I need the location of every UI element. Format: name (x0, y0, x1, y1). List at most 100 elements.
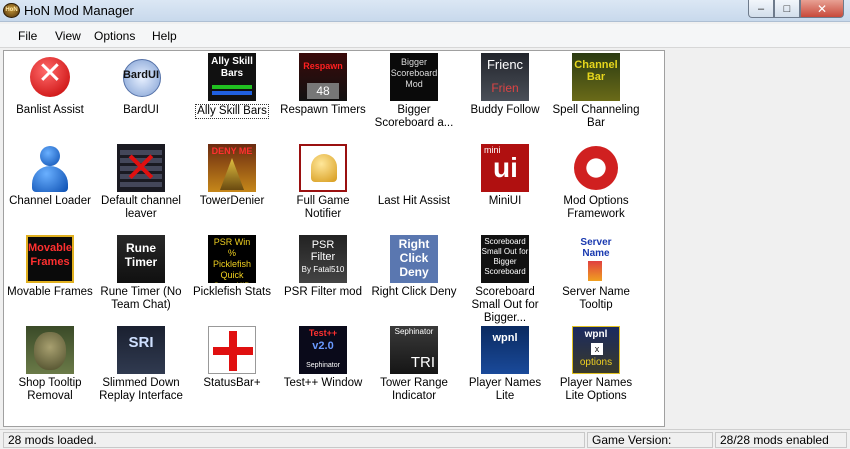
mod-label: StatusBar+ (203, 377, 261, 389)
mod-label: Rune Timer (No Team Chat) (100, 286, 182, 311)
mod-item[interactable]: Sephinator TRI Tower Range Indicator (368, 326, 460, 403)
mod-label: Full Game Notifier (296, 195, 350, 220)
mod-label: Picklefish Stats (193, 286, 271, 298)
mod-label: Player Names Lite Options (559, 377, 633, 402)
mod-item[interactable]: StatusBar+ (186, 326, 278, 390)
mod-label: Bigger Scoreboard a... (374, 104, 454, 129)
rune-timer-icon: Rune Timer (117, 235, 165, 283)
menu-options[interactable]: Options (94, 29, 135, 43)
miniui-icon: mini ui (481, 144, 529, 192)
app-window: HoN HoN Mod Manager – □ ✕ File View Opti… (0, 0, 850, 449)
ogre-icon (26, 326, 74, 374)
right-click-deny-icon: Right Click Deny (390, 235, 438, 283)
maximize-icon: □ (783, 2, 791, 15)
tower-denier-icon: DENY ME (208, 144, 256, 192)
mod-item[interactable]: ✕ Banlist Assist (4, 53, 96, 117)
status-mods-enabled: 28/28 mods enabled (715, 432, 847, 448)
mod-item[interactable]: Server Name Server Name Tooltip (550, 235, 642, 312)
mod-label: TowerDenier (199, 195, 265, 207)
mod-item[interactable]: Test++ v2.0 Sephinator Test++ Window (277, 326, 369, 390)
hon-app-icon: HoN (3, 3, 20, 18)
title-bar[interactable]: HoN HoN Mod Manager – □ ✕ (0, 0, 850, 22)
mod-label: Banlist Assist (16, 104, 84, 116)
respawn-timers-icon: Respawn 48 (299, 53, 347, 101)
mod-label: Tower Range Indicator (380, 377, 448, 402)
scoreboard-small-icon: Scoreboard Small Out for Bigger Scoreboa… (481, 235, 529, 283)
close-icon: ✕ (816, 1, 828, 16)
psr-filter-icon: PSR Filter By Fatal510 (299, 235, 347, 283)
mod-label: PSR Filter mod (284, 286, 362, 298)
mod-item[interactable]: ✕ Default channel leaver (95, 144, 187, 221)
mod-item[interactable]: SRI Slimmed Down Replay Interface (95, 326, 187, 403)
server-name-icon: Server Name (572, 235, 620, 283)
mod-item[interactable]: wpnl Player Names Lite (459, 326, 551, 403)
red-x-icon: ✕ (26, 53, 74, 101)
maximize-button[interactable]: □ (774, 0, 800, 18)
mod-item[interactable]: DENY ME TowerDenier (186, 144, 278, 208)
movable-frames-icon: Movable Frames (26, 235, 74, 283)
sri-icon: SRI (117, 326, 165, 374)
picklefish-stats-icon: PSR Win % Picklefish Quick Stats KiD Ass… (208, 235, 256, 283)
mod-item[interactable]: Bigger Scoreboard Mod Bigger Scoreboard … (368, 53, 460, 130)
mod-label: Last Hit Assist (377, 195, 451, 207)
mod-label: Default channel leaver (101, 195, 181, 220)
mod-item[interactable]: wpnl x options Player Names Lite Options (550, 326, 642, 403)
mod-label: Mod Options Framework (563, 195, 629, 220)
mod-label: BardUI (123, 104, 159, 116)
mod-label: Slimmed Down Replay Interface (99, 377, 183, 402)
menu-file[interactable]: File (18, 29, 37, 43)
mod-item[interactable]: PSR Win % Picklefish Quick Stats KiD Ass… (186, 235, 278, 299)
menu-bar: File View Options Help (0, 24, 850, 48)
tower-range-icon: Sephinator TRI (390, 326, 438, 374)
mod-label: Ally Skill Bars (195, 104, 269, 119)
channel-leaver-icon: ✕ (117, 144, 165, 192)
bardui-icon: BardUI (117, 53, 165, 101)
mod-item[interactable]: Respawn 48 Respawn Timers (277, 53, 369, 117)
window-controls: – □ ✕ (748, 0, 844, 18)
mod-item[interactable]: Scoreboard Small Out for Bigger Scoreboa… (459, 235, 551, 325)
mod-item[interactable]: Mod Options Framework (550, 144, 642, 221)
mod-item[interactable]: BardUI BardUI (95, 53, 187, 117)
mod-item[interactable]: Rune Timer Rune Timer (No Team Chat) (95, 235, 187, 312)
mod-label: Test++ Window (283, 377, 363, 389)
mod-label: Buddy Follow (470, 104, 540, 116)
ally-skill-bars-icon: Ally Skill Bars (208, 53, 256, 101)
mod-label: Right Click Deny (371, 286, 457, 298)
mod-item[interactable]: Channel Loader (4, 144, 96, 208)
test-window-icon: Test++ v2.0 Sephinator (299, 326, 347, 374)
mod-item[interactable]: Shop Tooltip Removal (4, 326, 96, 403)
status-bar: 28 mods loaded. Game Version: 0.1.66.1 2… (0, 429, 850, 449)
mod-label: Scoreboard Small Out for Bigger... (471, 286, 539, 324)
mod-label: Channel Loader (9, 195, 91, 207)
mod-item[interactable]: PSR Filter By Fatal510 PSR Filter mod (277, 235, 369, 299)
menu-view[interactable]: View (55, 29, 81, 43)
buddy-follow-icon: Frienc Frien (481, 53, 529, 101)
mod-label: Respawn Timers (280, 104, 366, 116)
mod-item[interactable]: Right Click Deny Right Click Deny (368, 235, 460, 299)
menu-help[interactable]: Help (152, 29, 177, 43)
mod-item[interactable]: Movable Frames Movable Frames (4, 235, 96, 299)
mod-label: Player Names Lite (468, 377, 542, 402)
mod-list[interactable]: ✕ Banlist Assist BardUI BardUI Ally Skil… (3, 50, 665, 427)
bell-icon (299, 144, 347, 192)
chaos-framework-icon (572, 144, 620, 192)
close-button[interactable]: ✕ (800, 0, 844, 18)
mod-label: MiniUI (488, 195, 522, 207)
red-plus-icon (208, 326, 256, 374)
window-title: HoN Mod Manager (24, 3, 134, 18)
mod-label: Movable Frames (7, 286, 93, 298)
spell-channel-bar-icon: Channel Bar (572, 53, 620, 101)
side-area (666, 50, 850, 427)
minimize-button[interactable]: – (748, 0, 774, 18)
mod-item[interactable]: mini ui MiniUI (459, 144, 551, 208)
mod-item[interactable]: Frienc Frien Buddy Follow (459, 53, 551, 117)
mod-item[interactable]: Channel Bar Spell Channeling Bar (550, 53, 642, 130)
mod-item[interactable]: Last Hit Assist (368, 144, 460, 208)
bigger-scoreboard-icon: Bigger Scoreboard Mod (390, 53, 438, 101)
mod-item-selected[interactable]: Ally Skill Bars Ally Skill Bars (186, 53, 278, 119)
mod-item[interactable]: Full Game Notifier (277, 144, 369, 221)
status-game-version: Game Version: 0.1.66.1 (587, 432, 713, 449)
person-icon (26, 144, 74, 192)
wpnl-options-icon: wpnl x options (572, 326, 620, 374)
wpnl-icon: wpnl (481, 326, 529, 374)
